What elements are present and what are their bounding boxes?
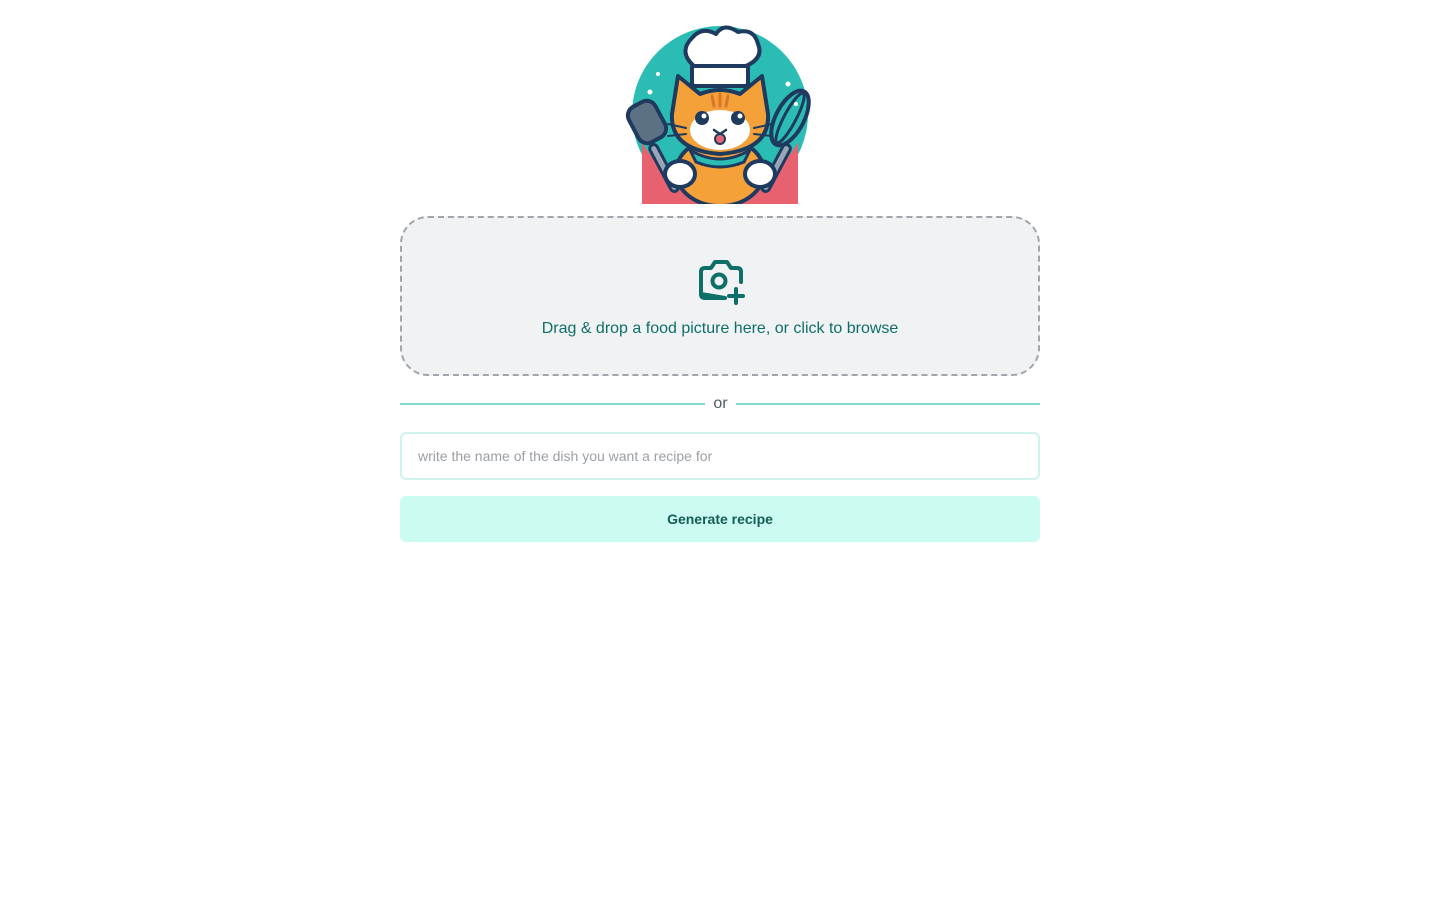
generate-recipe-button[interactable]: Generate recipe [400, 496, 1040, 542]
dropzone-instructions: Drag & drop a food picture here, or clic… [541, 320, 899, 337]
divider-line-right [736, 403, 1040, 405]
or-divider: or [400, 392, 1040, 416]
camera-plus-icon [699, 260, 745, 305]
chef-cat-logo-icon [625, 25, 811, 204]
dish-name-input[interactable] [400, 432, 1040, 480]
divider-line-left [400, 403, 705, 405]
image-dropzone[interactable]: Drag & drop a food picture here, or clic… [400, 216, 1040, 376]
page: Drag & drop a food picture here, or clic… [0, 0, 1440, 900]
divider-label: or [713, 395, 728, 412]
